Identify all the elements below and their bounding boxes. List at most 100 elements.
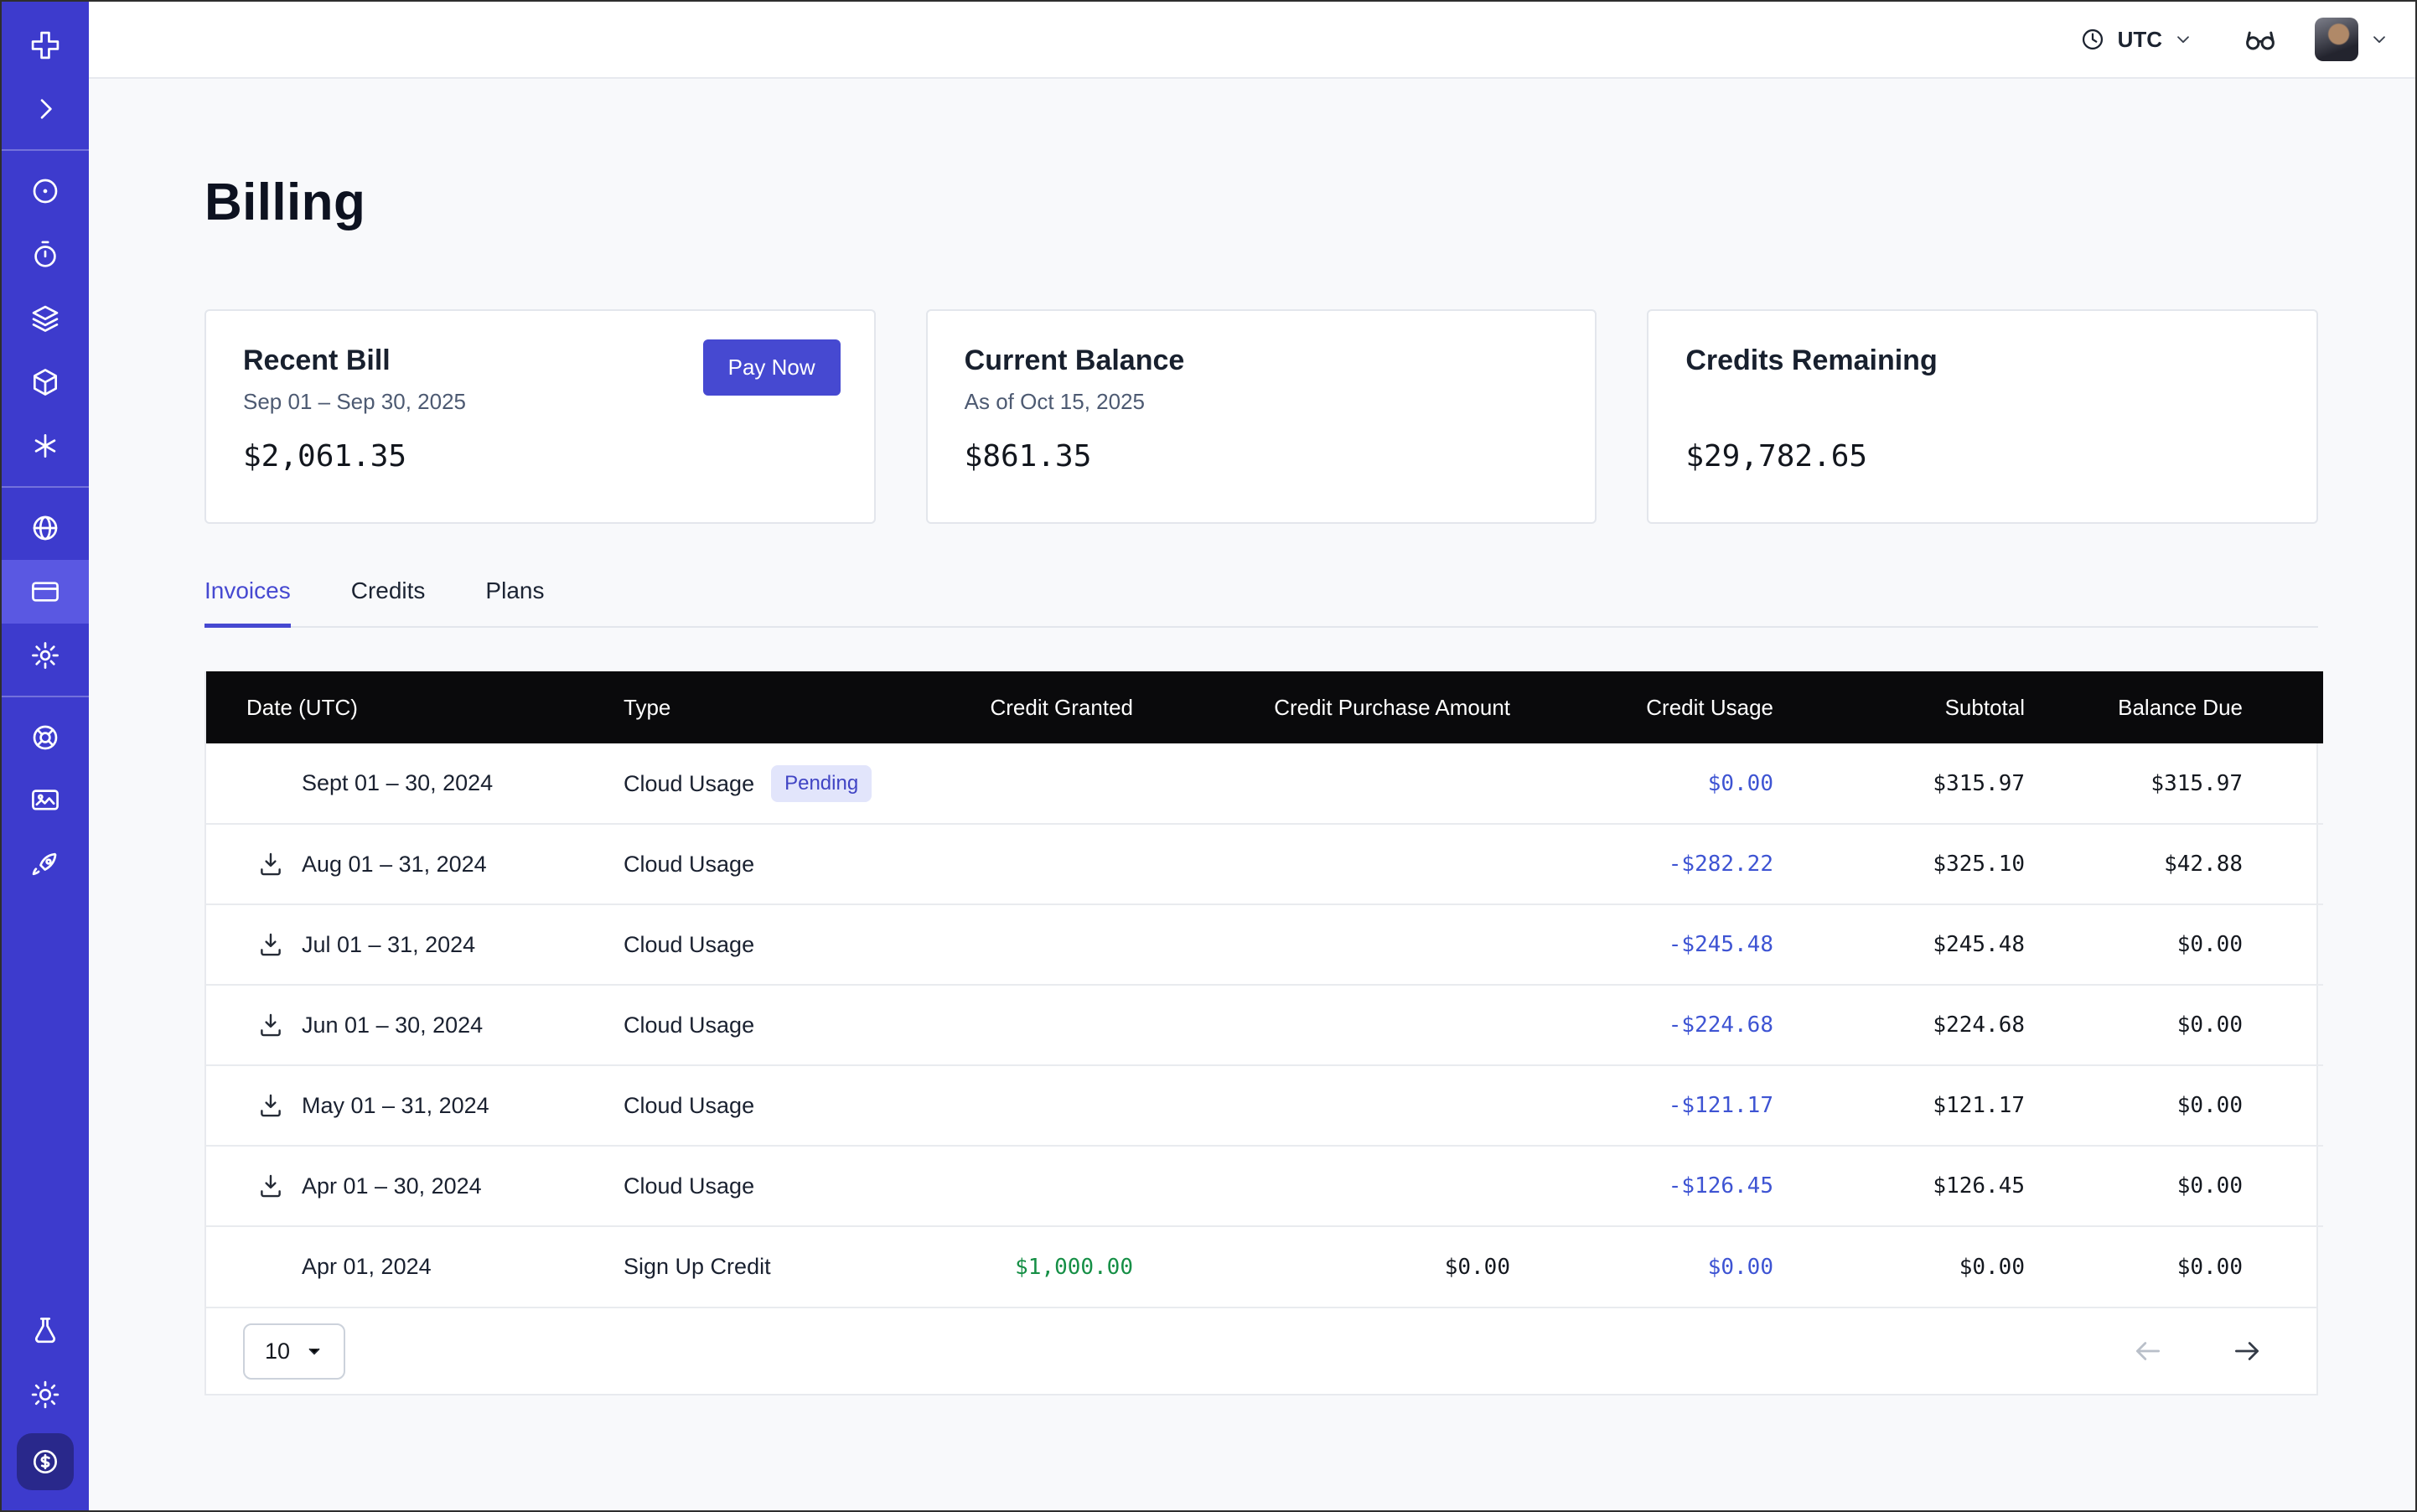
invoice-type: Cloud Usage [624, 1173, 754, 1199]
table-row: Sept 01 – 30, 2024 Cloud UsagePending $0… [206, 743, 2323, 824]
sidebar-item-launch[interactable] [2, 833, 89, 897]
card-title: Current Balance [965, 344, 1559, 377]
summary-cards: Recent Bill Pay Now Sep 01 – Sep 30, 202… [204, 309, 2318, 524]
globe-icon [29, 512, 61, 544]
rocket-icon [29, 849, 61, 881]
invoice-type: Sign Up Credit [624, 1254, 771, 1279]
column-header-date: Date (UTC) [206, 671, 624, 743]
timezone-label: UTC [2118, 27, 2162, 53]
timezone-selector[interactable]: UTC [2079, 26, 2192, 53]
balance-due-value: $0.00 [2177, 1012, 2243, 1038]
download-invoice-icon[interactable] [256, 1172, 285, 1200]
tab-plans[interactable]: Plans [485, 577, 544, 626]
balance-due-value: $315.97 [2150, 771, 2243, 796]
download-invoice-icon[interactable] [256, 850, 285, 878]
arrow-left-icon[interactable] [2132, 1335, 2164, 1367]
pagination-controls [2132, 1335, 2263, 1367]
chevron-right-icon [29, 93, 61, 125]
billing-tabs: Invoices Credits Plans [204, 577, 2318, 628]
balance-due-value: $0.00 [2177, 1093, 2243, 1118]
invoice-date: May 01 – 31, 2024 [302, 1093, 489, 1119]
subtotal-value: $0.00 [1959, 1255, 2025, 1280]
sidebar-item-credits[interactable] [17, 1433, 74, 1490]
invoice-date: Jul 01 – 31, 2024 [302, 932, 475, 958]
tab-invoices[interactable]: Invoices [204, 577, 291, 626]
sidebar-item-billing[interactable] [2, 560, 89, 624]
sidebar-divider [2, 149, 89, 151]
sidebar-item-activity[interactable] [2, 223, 89, 287]
radar-icon [29, 175, 61, 207]
invoices-table: Date (UTC) Type Credit Granted Credit Pu… [204, 671, 2318, 1395]
glasses-icon [2243, 22, 2278, 57]
download-invoice-icon[interactable] [256, 1091, 285, 1120]
card-amount: $29,782.65 [1685, 439, 2280, 474]
credit-usage-value: -$126.45 [1669, 1173, 1773, 1199]
credits-remaining-card: Credits Remaining $29,782.65 [1647, 309, 2318, 524]
logo-icon [29, 29, 61, 61]
table-row: May 01 – 31, 2024 Cloud Usage -$121.17 $… [206, 1065, 2323, 1146]
display-icon [29, 785, 61, 817]
chevron-down-icon [2370, 30, 2389, 49]
credit-usage-value: -$224.68 [1669, 1012, 1773, 1038]
sidebar-item-theme[interactable] [2, 1363, 89, 1427]
download-invoice-icon[interactable] [256, 1011, 285, 1039]
account-menu[interactable] [2315, 18, 2389, 61]
invoice-type: Cloud Usage [624, 1093, 754, 1118]
balance-due-value: $0.00 [2177, 932, 2243, 957]
arrow-right-icon[interactable] [2231, 1335, 2263, 1367]
sidebar-item-network[interactable] [2, 496, 89, 560]
pay-now-button[interactable]: Pay Now [703, 339, 841, 396]
subtotal-value: $315.97 [1933, 771, 2025, 796]
subtotal-value: $126.45 [1933, 1173, 2025, 1199]
sidebar-spacer [2, 897, 89, 1299]
clock-icon [2079, 26, 2106, 53]
table-row: Jun 01 – 30, 2024 Cloud Usage -$224.68 $… [206, 985, 2323, 1065]
sidebar-item-packages[interactable] [2, 350, 89, 414]
credit-usage-value: -$282.22 [1669, 852, 1773, 877]
reader-mode-button[interactable] [2243, 22, 2278, 57]
app-window: UTC Billing Recent Bill Pay Now Sep 01 –… [0, 0, 2417, 1512]
card-amount: $2,061.35 [243, 439, 837, 474]
invoice-type: Cloud Usage [624, 852, 754, 877]
subtotal-value: $224.68 [1933, 1012, 2025, 1038]
sidebar-item-labs[interactable] [2, 1299, 89, 1363]
invoice-type: Cloud Usage [624, 771, 754, 796]
column-header-balance-due: Balance Due [2045, 671, 2323, 743]
invoice-date: Sept 01 – 30, 2024 [302, 770, 493, 796]
table-row: Apr 01 – 30, 2024 Cloud Usage -$126.45 $… [206, 1146, 2323, 1226]
page-title: Billing [204, 173, 2318, 232]
sidebar-item-support[interactable] [2, 706, 89, 769]
download-invoice-icon[interactable] [256, 930, 285, 959]
credit-usage-value: -$121.17 [1669, 1093, 1773, 1118]
credit-card-icon [29, 576, 61, 608]
balance-due-value: $42.88 [2164, 852, 2243, 877]
cube-icon [29, 366, 61, 398]
column-header-credit-purchase: Credit Purchase Amount [1153, 671, 1530, 743]
sidebar-item-expand[interactable] [2, 77, 89, 141]
chevron-down-icon [305, 1342, 323, 1360]
layers-icon [29, 303, 61, 334]
table-header: Date (UTC) Type Credit Granted Credit Pu… [206, 671, 2323, 743]
credit-usage-value: $0.00 [1708, 771, 1773, 796]
sidebar-item-stacks[interactable] [2, 287, 89, 350]
page-size-select[interactable]: 10 [243, 1323, 345, 1380]
topbar: UTC [89, 2, 2415, 79]
column-header-credit-granted: Credit Granted [952, 671, 1153, 743]
sidebar [2, 2, 89, 1510]
column-header-credit-usage: Credit Usage [1530, 671, 1793, 743]
sidebar-item-monitoring[interactable] [2, 159, 89, 223]
lifebuoy-icon [29, 722, 61, 753]
sidebar-item-console[interactable] [2, 769, 89, 833]
page-size-value: 10 [265, 1339, 290, 1364]
subtotal-value: $325.10 [1933, 852, 2025, 877]
sidebar-item-settings[interactable] [2, 624, 89, 687]
timer-icon [29, 239, 61, 271]
sidebar-item-logo[interactable] [2, 13, 89, 77]
invoice-type: Cloud Usage [624, 1012, 754, 1038]
invoice-date: Apr 01 – 30, 2024 [302, 1173, 482, 1199]
table-row: Apr 01, 2024 Sign Up Credit $1,000.00 $0… [206, 1226, 2323, 1307]
current-balance-card: Current Balance As of Oct 15, 2025 $861.… [926, 309, 1597, 524]
tab-credits[interactable]: Credits [351, 577, 426, 626]
sidebar-item-services[interactable] [2, 414, 89, 478]
sidebar-divider [2, 696, 89, 697]
